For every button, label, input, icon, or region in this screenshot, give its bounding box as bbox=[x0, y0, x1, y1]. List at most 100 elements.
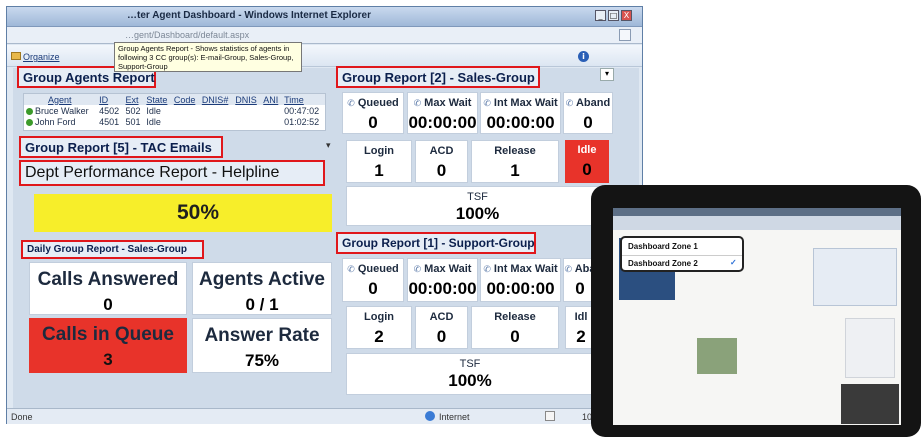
title-bar: …ter Agent Dashboard - Windows Internet … bbox=[7, 7, 642, 27]
phone-icon: ✆ bbox=[483, 264, 491, 274]
column-header[interactable]: Time bbox=[282, 94, 325, 105]
sales-idle-value: 0 bbox=[582, 160, 592, 179]
divider bbox=[622, 255, 742, 256]
table-row[interactable]: John Ford 4501 501 Idle 01:02:52 bbox=[24, 116, 325, 127]
agent-name: Bruce Walker bbox=[35, 105, 89, 116]
sales-aband-label: Aband bbox=[575, 97, 611, 109]
agents-table: Agent ID Ext State Code DNIS# DNIS ANI T… bbox=[23, 93, 326, 131]
column-header[interactable]: State bbox=[144, 94, 172, 105]
support-queued-value: 0 bbox=[368, 279, 378, 298]
agent-status-icon bbox=[26, 118, 33, 126]
sales-idle-label: Idle bbox=[577, 144, 597, 156]
column-header[interactable]: Agent bbox=[24, 94, 98, 105]
folder-icon bbox=[11, 52, 21, 60]
support-max-wait-value: 00:00:00 bbox=[408, 279, 477, 298]
dept-performance-panel: 50% bbox=[34, 194, 332, 232]
dropdown-arrow-icon[interactable]: ▾ bbox=[600, 68, 614, 81]
sales-max-wait-value: 00:00:00 bbox=[408, 113, 477, 132]
support-login-label: Login bbox=[364, 311, 394, 323]
support-release-tile: Release 0 bbox=[471, 306, 559, 349]
table-cell bbox=[233, 116, 261, 127]
phone-icon: ✆ bbox=[347, 98, 355, 108]
agent-status-icon bbox=[26, 107, 33, 115]
zone-option[interactable]: Dashboard Zone 1 bbox=[628, 242, 698, 251]
support-max-wait-tile: ✆ Max Wait 00:00:00 bbox=[407, 258, 478, 302]
sales-tsf-value: 100% bbox=[455, 204, 500, 223]
sales-aband-value: 0 bbox=[583, 113, 593, 132]
sales-tsf-label: TSF bbox=[467, 191, 488, 203]
sales-queued-tile: ✆ Queued 0 bbox=[342, 92, 404, 134]
security-icon bbox=[545, 411, 555, 421]
screenshot-root: …ter Agent Dashboard - Windows Internet … bbox=[0, 0, 921, 437]
organize-link[interactable]: Organize bbox=[23, 52, 60, 62]
table-cell bbox=[261, 105, 282, 116]
collapse-arrow-icon[interactable]: ▾ bbox=[326, 141, 331, 151]
table-cell: 4501 bbox=[99, 116, 120, 127]
sales-int-max-wait-value: 00:00:00 bbox=[486, 113, 555, 132]
table-cell bbox=[172, 105, 200, 116]
support-int-max-wait-tile: ✆ Int Max Wait 00:00:00 bbox=[480, 258, 561, 302]
dept-performance-value: 50% bbox=[176, 201, 220, 224]
table-cell bbox=[200, 105, 233, 116]
table-cell: 501 bbox=[125, 116, 141, 127]
close-button[interactable]: X bbox=[621, 10, 632, 21]
answer-rate-value: 75% bbox=[244, 351, 280, 370]
url-text[interactable]: …gent/Dashboard/default.aspx bbox=[125, 30, 249, 40]
agent-name: John Ford bbox=[35, 116, 76, 127]
column-header[interactable]: ID bbox=[97, 94, 124, 105]
sales-login-value: 1 bbox=[374, 161, 384, 180]
table-cell bbox=[261, 116, 282, 127]
agents-active-label: Agents Active bbox=[199, 269, 325, 290]
maximize-button[interactable]: □ bbox=[608, 10, 619, 21]
command-bar: Organize i bbox=[7, 45, 642, 67]
column-header[interactable]: Ext bbox=[123, 94, 145, 105]
column-header[interactable]: DNIS# bbox=[199, 94, 234, 105]
sales-tsf-tile: TSF 100% bbox=[346, 186, 609, 226]
checkmark-icon: ✓ bbox=[730, 258, 737, 267]
support-release-label: Release bbox=[494, 311, 536, 323]
zone-option-selected[interactable]: Dashboard Zone 2 bbox=[628, 259, 698, 268]
calls-in-queue-label: Calls in Queue bbox=[42, 324, 174, 345]
calls-in-queue-tile: Calls in Queue 3 bbox=[29, 318, 187, 373]
table-cell: Idle bbox=[146, 116, 161, 127]
support-release-value: 0 bbox=[510, 327, 520, 346]
address-bar[interactable]: …gent/Dashboard/default.aspx bbox=[7, 27, 642, 44]
minimize-button[interactable]: _ bbox=[595, 10, 606, 21]
table-row[interactable]: Bruce Walker 4502 502 Idle 00:47:02 bbox=[24, 105, 325, 116]
support-group-report-title: Group Report [1] - Support-Group bbox=[336, 232, 536, 254]
table-cell: 01:02:52 bbox=[284, 116, 320, 127]
sales-max-wait-tile: ✆ Max Wait 00:00:00 bbox=[407, 92, 478, 134]
support-tsf-value: 100% bbox=[448, 371, 492, 390]
table-cell bbox=[233, 105, 261, 116]
sales-queued-label: Queued bbox=[357, 97, 399, 109]
support-tsf-label: TSF bbox=[459, 358, 481, 370]
status-text: Done bbox=[11, 412, 33, 422]
tablet-report-panel bbox=[813, 248, 897, 306]
sales-aband-tile: ✆ Aband 0 bbox=[563, 92, 613, 134]
agents-active-tile: Agents Active 0 / 1 bbox=[192, 262, 332, 315]
tablet-toolbar bbox=[613, 216, 901, 230]
calls-in-queue-value: 3 bbox=[103, 350, 113, 369]
zone-label: Internet bbox=[439, 412, 470, 422]
table-cell: 4502 bbox=[99, 105, 120, 116]
column-header[interactable]: ANI bbox=[261, 94, 283, 105]
refresh-icon[interactable] bbox=[619, 29, 631, 41]
support-queued-label: Queued bbox=[357, 263, 399, 275]
sales-acd-tile: ACD 0 bbox=[415, 140, 468, 183]
support-acd-tile: ACD 0 bbox=[415, 306, 468, 349]
info-icon[interactable]: i bbox=[578, 51, 589, 62]
support-tsf-tile: TSF 100% bbox=[346, 353, 594, 395]
support-queued-tile: ✆ Queued 0 bbox=[342, 258, 404, 302]
phone-icon: ✆ bbox=[565, 98, 574, 108]
phone-icon: ✆ bbox=[483, 98, 491, 108]
table-header-row: Agent ID Ext State Code DNIS# DNIS ANI T… bbox=[24, 94, 325, 105]
support-max-wait-label: Max Wait bbox=[424, 263, 472, 275]
sales-acd-label: ACD bbox=[429, 145, 454, 157]
support-login-value: 2 bbox=[374, 327, 384, 346]
phone-icon: ✆ bbox=[564, 264, 573, 274]
window-title: …ter Agent Dashboard - Windows Internet … bbox=[127, 10, 372, 21]
phone-icon: ✆ bbox=[413, 264, 422, 274]
column-header[interactable]: DNIS bbox=[233, 94, 262, 105]
support-int-max-wait-value: 00:00:00 bbox=[486, 279, 555, 298]
column-header[interactable]: Code bbox=[171, 94, 200, 105]
